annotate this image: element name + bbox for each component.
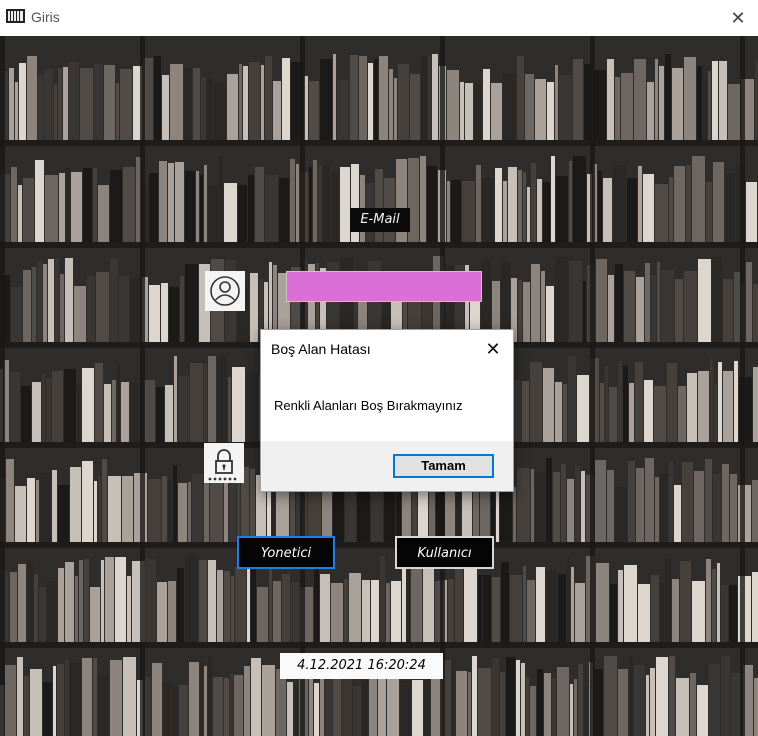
datetime-label: 4.12.2021 16:20:24	[280, 653, 443, 679]
lock-password-icon	[204, 443, 244, 483]
dialog-close-button[interactable]: ✕	[483, 339, 503, 359]
window-title: Giris	[31, 9, 60, 25]
user-circle-icon	[205, 271, 245, 311]
email-label: E-Mail	[350, 208, 410, 232]
library-books-icon	[6, 9, 25, 23]
admin-login-button[interactable]: Yonetici	[237, 536, 335, 569]
dialog-footer: Tamam	[261, 441, 513, 491]
window-titlebar: Giris ✕	[0, 0, 758, 36]
empty-field-error-dialog: Boş Alan Hatası ✕ Renkli Alanları Boş Bı…	[260, 329, 514, 492]
dialog-message: Renkli Alanları Boş Bırakmayınız	[274, 398, 463, 413]
user-login-button[interactable]: Kullanıcı	[395, 536, 494, 569]
window-close-button[interactable]: ✕	[728, 8, 748, 28]
dialog-title: Boş Alan Hatası	[271, 341, 371, 357]
email-field[interactable]	[286, 271, 482, 302]
ok-button[interactable]: Tamam	[393, 454, 494, 478]
